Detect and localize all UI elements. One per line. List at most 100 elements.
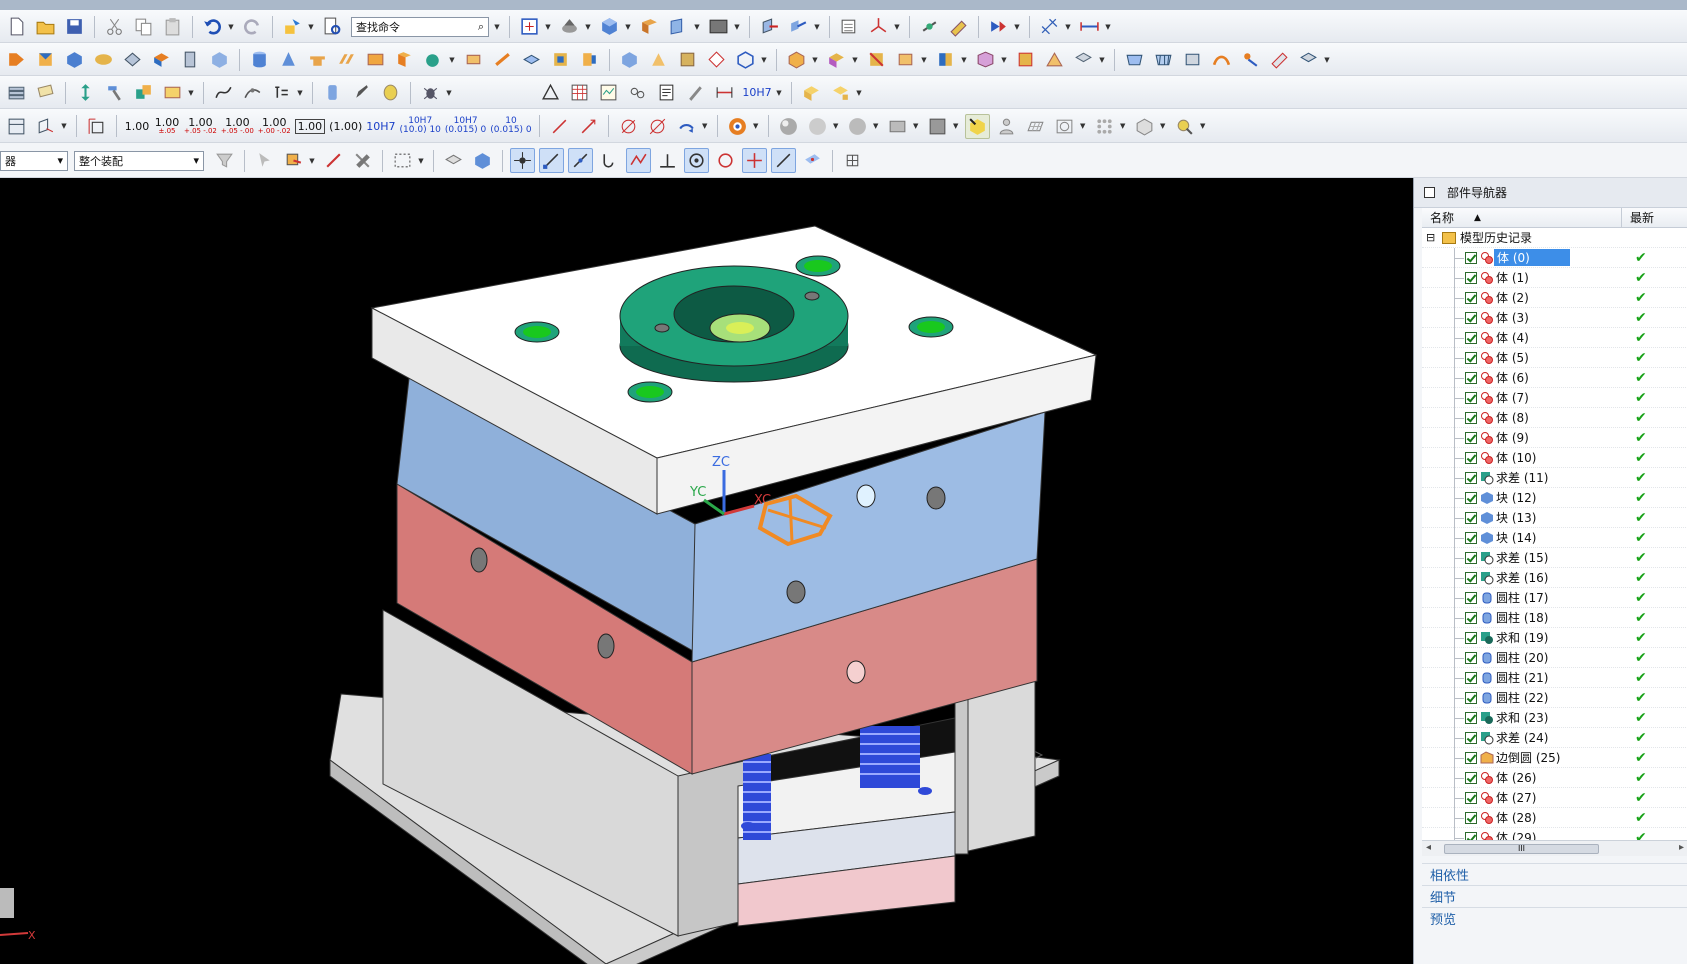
select-solid-icon[interactable] [441, 148, 466, 173]
shaded-cube-icon[interactable] [597, 14, 622, 39]
visibility-checkbox[interactable] [1465, 731, 1477, 744]
selection-scope-combo[interactable]: 整个装配 ▾ [74, 150, 204, 171]
no-display-dropdown-icon[interactable]: ▼ [1079, 114, 1087, 139]
rapid-dimension-icon[interactable] [84, 114, 109, 139]
table-icon[interactable] [567, 80, 592, 105]
ruler-icon[interactable] [1077, 14, 1102, 39]
visibility-checkbox[interactable] [1465, 671, 1477, 684]
open-folder-icon[interactable] [33, 14, 58, 39]
dim-style-4[interactable]: 1.00 +.05 -.00 [221, 117, 254, 135]
collapse-icon[interactable]: ⊟ [1426, 231, 1435, 244]
box-outline-icon[interactable] [1132, 114, 1157, 139]
rotate-dropdown-icon[interactable]: ▼ [584, 14, 592, 39]
snap-endpoint-icon[interactable] [539, 148, 564, 173]
sphere-shade-icon[interactable] [776, 114, 801, 139]
surface-trim-icon[interactable] [1296, 47, 1321, 72]
tree-item[interactable]: 块 (14) ✔ [1422, 528, 1687, 548]
dim-style-reference[interactable]: (1.00) [329, 121, 362, 132]
fit-style-3[interactable]: 10H7 (0.015) 0 [445, 117, 486, 135]
details-panel[interactable]: 细节 [1422, 885, 1687, 907]
diameter-icon[interactable] [616, 114, 641, 139]
dimension-pen-icon[interactable] [683, 80, 708, 105]
snap-tangent-icon[interactable] [655, 148, 680, 173]
pin-checkbox[interactable] [1424, 187, 1435, 198]
visibility-checkbox[interactable] [1465, 711, 1477, 724]
redo-icon[interactable] [240, 14, 265, 39]
save-icon[interactable] [62, 14, 87, 39]
ruler-dropdown-icon[interactable]: ▼ [1104, 14, 1112, 39]
tree-item[interactable]: 块 (13) ✔ [1422, 508, 1687, 528]
dim-style-5[interactable]: 1.00 +.00 -.02 [258, 117, 291, 135]
parting-surface-dropdown-icon[interactable]: ▼ [1098, 47, 1106, 72]
dots-dropdown-icon[interactable]: ▼ [1119, 114, 1127, 139]
snap-intersection-icon[interactable] [626, 148, 651, 173]
return-spring-right[interactable] [860, 726, 920, 788]
scroll-right-icon[interactable]: ▸ [1679, 842, 1684, 853]
snap-quadrant-icon[interactable] [713, 148, 738, 173]
sub-insert-dropdown-icon[interactable]: ▼ [448, 47, 456, 72]
weld-icon[interactable] [799, 80, 824, 105]
cut-icon[interactable] [102, 14, 127, 39]
extend-icon[interactable] [893, 47, 918, 72]
surface-blend-icon[interactable] [1209, 47, 1234, 72]
sphere-wire-icon[interactable] [845, 114, 870, 139]
fit-style-1[interactable]: 10H7 [366, 121, 395, 132]
visibility-checkbox[interactable] [1465, 611, 1477, 624]
wcs-dropdown-icon[interactable]: ▼ [813, 14, 821, 39]
visibility-checkbox[interactable] [1465, 831, 1477, 840]
tree-item[interactable]: 体 (10) ✔ [1422, 448, 1687, 468]
tree-item[interactable]: 求差 (11) ✔ [1422, 468, 1687, 488]
new-file-icon[interactable] [4, 14, 29, 39]
tree-root[interactable]: ⊟ 模型历史记录 [1422, 228, 1687, 248]
tree-item[interactable]: 块 (12) ✔ [1422, 488, 1687, 508]
mold-init-icon[interactable] [33, 47, 58, 72]
ejector-pin-icon[interactable] [334, 47, 359, 72]
hole-dim-icon[interactable] [645, 114, 670, 139]
tree-item[interactable]: 体 (3) ✔ [1422, 308, 1687, 328]
target-dropdown-icon[interactable]: ▼ [752, 114, 760, 139]
dim-style-2[interactable]: 1.00 ±.05 [154, 117, 180, 135]
dim-style-1[interactable]: 1.00 [124, 121, 150, 132]
standard-parts-icon[interactable] [305, 47, 330, 72]
shade-dropdown-icon[interactable]: ▼ [832, 114, 840, 139]
background-dropdown-icon[interactable]: ▼ [733, 14, 741, 39]
fit-style-2[interactable]: 10H7 (10.0) 10 [400, 117, 441, 135]
text-curve-icon[interactable] [269, 80, 294, 105]
command-finder-icon[interactable] [320, 14, 345, 39]
tree-item[interactable]: 体 (26) ✔ [1422, 768, 1687, 788]
pen-icon[interactable] [349, 80, 374, 105]
background-icon[interactable] [706, 14, 731, 39]
tree-item[interactable]: 体 (1) ✔ [1422, 268, 1687, 288]
trim-icon[interactable] [577, 47, 602, 72]
select-face-icon[interactable] [281, 148, 306, 173]
column-latest-header[interactable]: 最新 [1622, 209, 1654, 226]
extend-dropdown-icon[interactable]: ▼ [920, 47, 928, 72]
runner-icon[interactable] [490, 47, 515, 72]
parting-line-icon[interactable] [1042, 47, 1067, 72]
wcs-icon[interactable] [757, 14, 782, 39]
parting-surface-icon[interactable] [1071, 47, 1096, 72]
fit-view-icon[interactable] [517, 14, 542, 39]
view-manager-dropdown-icon[interactable]: ▼ [760, 47, 768, 72]
bug-dropdown-icon[interactable]: ▼ [445, 80, 453, 105]
scroll-thumb[interactable]: III [1444, 844, 1599, 854]
mold-wizard-icon[interactable] [4, 47, 29, 72]
tree-item[interactable]: 求和 (23) ✔ [1422, 708, 1687, 728]
drawing-icon[interactable] [675, 47, 700, 72]
select-body-icon[interactable] [321, 148, 346, 173]
cooling-icon[interactable] [519, 47, 544, 72]
visibility-checkbox[interactable] [1465, 651, 1477, 664]
datum-csys-icon[interactable] [866, 14, 891, 39]
tree-item[interactable]: 求差 (16) ✔ [1422, 568, 1687, 588]
fit-view-dropdown-icon[interactable]: ▼ [544, 14, 552, 39]
dots-grid-icon[interactable] [1092, 114, 1117, 139]
snap-point-grid-icon[interactable] [840, 148, 865, 173]
lifter-icon[interactable] [392, 47, 417, 72]
visibility-checkbox[interactable] [1465, 531, 1477, 544]
tree-item[interactable]: 体 (9) ✔ [1422, 428, 1687, 448]
radius-center-icon[interactable] [576, 114, 601, 139]
visibility-checkbox[interactable] [1465, 391, 1477, 404]
studio-spline-icon[interactable] [240, 80, 265, 105]
background-gray-icon[interactable] [925, 114, 950, 139]
parting-icon[interactable] [784, 47, 809, 72]
